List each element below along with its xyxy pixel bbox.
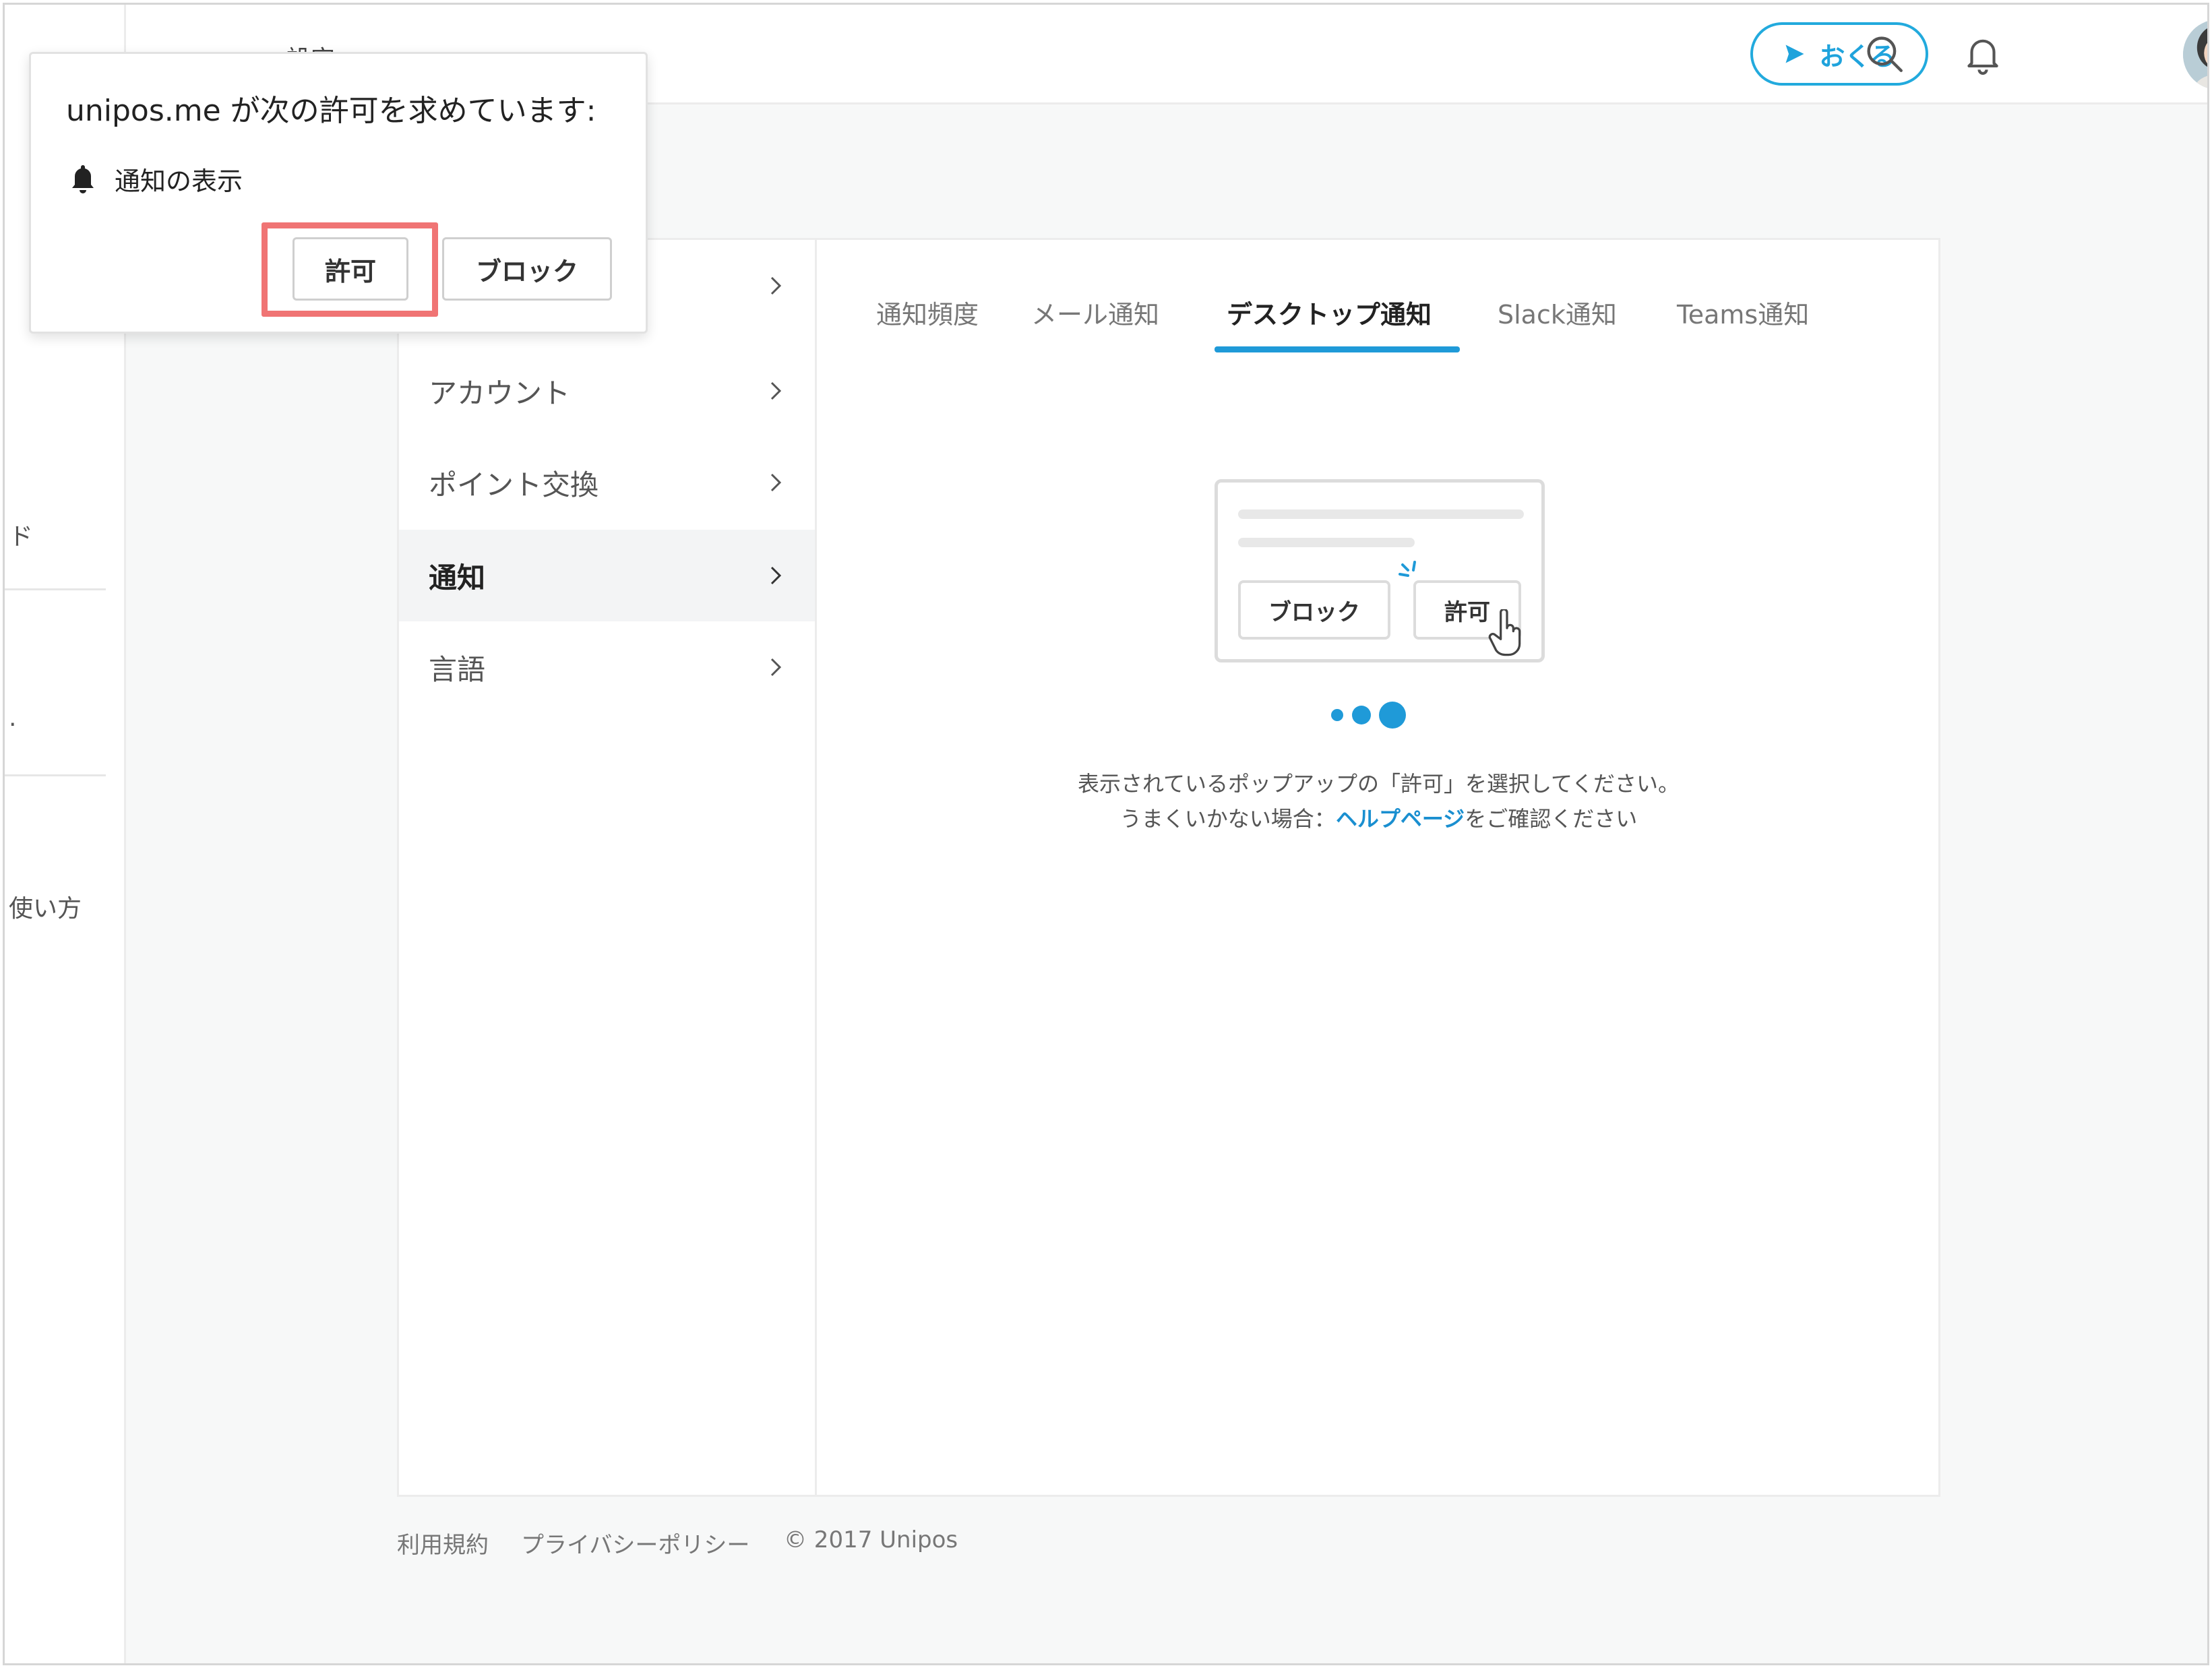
tab-desktop[interactable]: デスクトップ通知 <box>1227 294 1432 331</box>
tab-frequency[interactable]: 通知頻度 <box>876 294 979 331</box>
menu-item-label: 通知 <box>429 561 486 594</box>
footer-terms-link[interactable]: 利用規約 <box>397 1526 489 1559</box>
help-text: うまくいかない場合：ヘルプページをご確認ください <box>817 802 1940 833</box>
menu-item-account[interactable]: アカウント <box>399 345 815 437</box>
sidebar-divider <box>5 588 106 590</box>
menu-item-label: 言語 <box>429 652 486 686</box>
sidebar-fragment[interactable]: . <box>9 704 16 732</box>
permission-item: 通知の表示 <box>69 160 243 197</box>
tab-email[interactable]: メール通知 <box>1031 294 1159 331</box>
chevron-right-icon <box>770 276 782 295</box>
settings-card: アカウント ポイント交換 通知 言語 通知頻度 メール通知 デスクトップ通知 S… <box>397 238 1940 1497</box>
settings-menu: アカウント ポイント交換 通知 言語 <box>399 240 817 1495</box>
menu-item-label: アカウント <box>429 376 571 410</box>
bell-icon[interactable] <box>1961 32 2005 76</box>
tab-slack[interactable]: Slack通知 <box>1498 294 1617 331</box>
chevron-right-icon <box>770 566 782 585</box>
allow-button[interactable]: 許可 <box>293 237 408 301</box>
notification-permission-popup: unipos.me が次の許可を求めています: 通知の表示 許可 ブロック <box>29 52 648 334</box>
help-text-prefix: うまくいかない場合： <box>1119 806 1336 832</box>
menu-item-language[interactable]: 言語 <box>399 621 815 713</box>
app-window: ド . 使い方 設定 おくる <box>3 3 2209 1665</box>
chevron-right-icon <box>770 658 782 677</box>
footer-copyright: © 2017 Unipos <box>784 1526 958 1553</box>
help-text-suffix: をご確認ください <box>1465 806 1638 832</box>
chevron-right-icon <box>770 473 782 492</box>
menu-item-label: ポイント交換 <box>429 468 599 501</box>
illustration-block-button: ブロック <box>1238 580 1390 640</box>
permission-label: 通知の表示 <box>115 166 243 196</box>
search-icon[interactable] <box>1862 32 1907 76</box>
permission-popup-title: unipos.me が次の許可を求めています: <box>66 94 596 128</box>
chevron-right-icon <box>770 381 782 400</box>
sidebar-divider <box>5 774 106 776</box>
sidebar-item-howto[interactable]: 使い方 <box>9 889 82 924</box>
notification-tabs: 通知頻度 メール通知 デスクトップ通知 Slack通知 Teams通知 <box>817 240 1938 354</box>
loading-dots-icon <box>1331 702 1406 729</box>
hand-cursor-icon <box>1488 609 1521 656</box>
tab-teams[interactable]: Teams通知 <box>1677 294 1809 331</box>
permission-illustration: ブロック 許可 <box>1215 479 1545 662</box>
menu-item-notifications[interactable]: 通知 <box>399 530 815 621</box>
placeholder-line <box>1238 538 1415 547</box>
active-tab-indicator <box>1215 346 1460 352</box>
click-sparkle-icon <box>1399 561 1416 577</box>
help-page-link[interactable]: ヘルプページ <box>1336 806 1465 832</box>
send-icon <box>1785 44 1804 63</box>
sidebar-fragment[interactable]: ド <box>9 517 33 552</box>
avatar[interactable] <box>2183 20 2207 90</box>
placeholder-line <box>1238 509 1524 519</box>
instruction-text: 表示されているポップアップの「許可」を選択してください。 <box>1077 771 1680 797</box>
bell-icon <box>72 164 94 193</box>
block-button[interactable]: ブロック <box>442 237 612 301</box>
menu-item-point-exchange[interactable]: ポイント交換 <box>399 437 815 528</box>
footer-privacy-link[interactable]: プライバシーポリシー <box>521 1526 749 1559</box>
